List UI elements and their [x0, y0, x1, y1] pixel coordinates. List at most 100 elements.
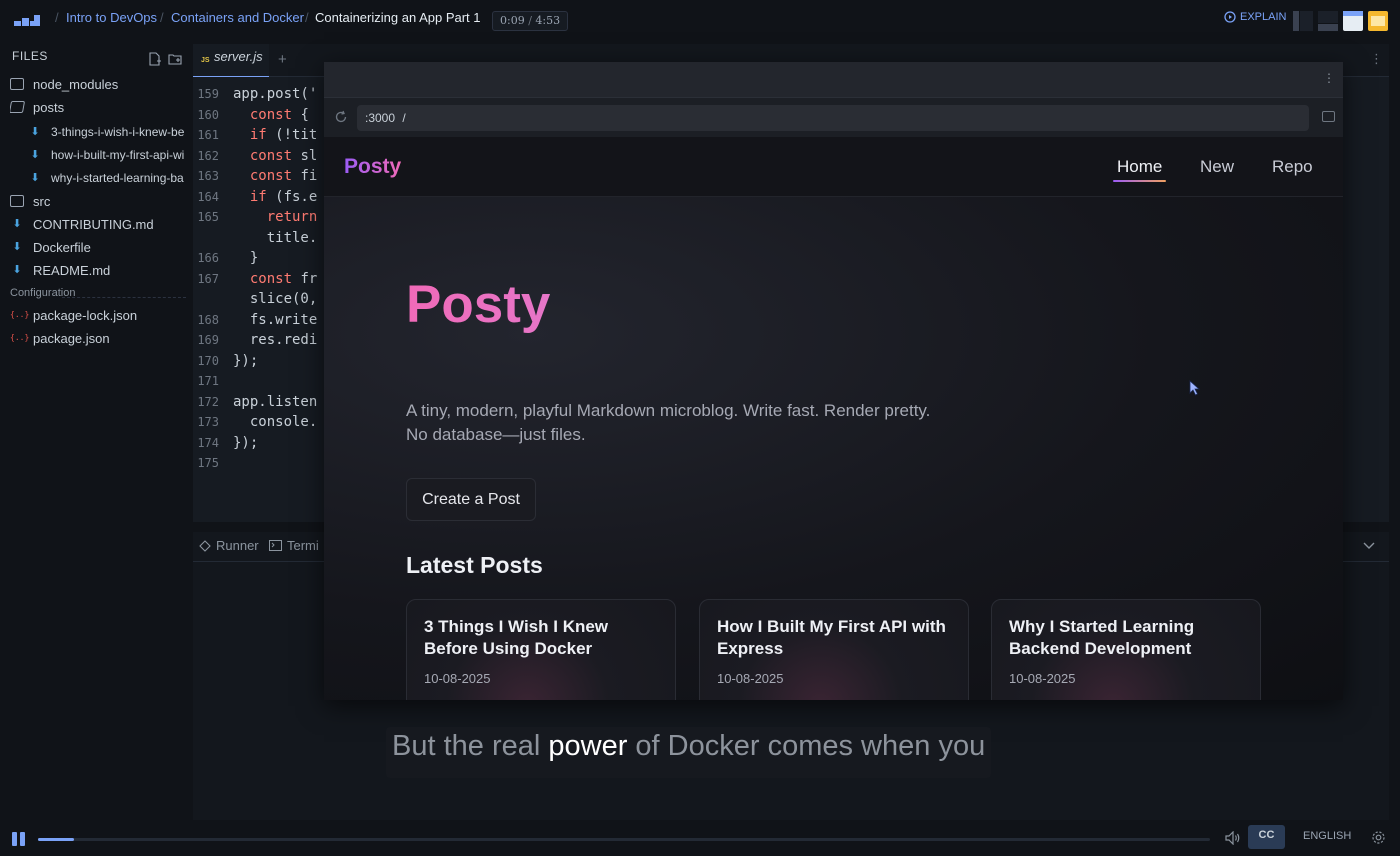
create-post-button[interactable]: Create a Post	[406, 478, 536, 521]
line-number: 168	[197, 312, 219, 327]
breadcrumb-separator: /	[55, 10, 59, 25]
json-file-icon: {..}	[10, 333, 30, 342]
file-package-lock[interactable]: {..} package-lock.json	[10, 304, 186, 326]
url-host: :3000	[365, 111, 396, 125]
line-number: 162	[197, 148, 219, 163]
tree-item-label: src	[33, 193, 51, 209]
url-input[interactable]: :3000 /	[357, 105, 1309, 131]
top-bar: / Intro to DevOps / Containers and Docke…	[0, 0, 1400, 44]
logo-icon[interactable]	[14, 15, 40, 29]
browser-titlebar[interactable]: ⋮	[324, 62, 1343, 97]
hero-tagline: A tiny, modern, playful Markdown microbl…	[406, 401, 931, 420]
post-card[interactable]: 3 Things I Wish I Knew Before Using Dock…	[406, 599, 676, 700]
tab-terminal[interactable]: Termi	[269, 538, 319, 553]
tree-item-label: how-i-built-my-first-api-with-express.md	[51, 148, 184, 162]
tree-item-label: why-i-started-learning-backend-developme…	[51, 171, 184, 185]
posty-site: Posty Home New Repo Posty A tiny, modern…	[324, 137, 1343, 700]
editor-menu-icon[interactable]: ⋮	[1370, 51, 1383, 67]
layout-notes-button[interactable]	[1368, 11, 1388, 31]
file-dockerfile[interactable]: ⬇ Dockerfile	[10, 236, 186, 258]
breadcrumb-separator: /	[305, 10, 309, 25]
json-file-icon: {..}	[10, 310, 30, 319]
time-current: 0:09	[500, 14, 525, 27]
post-card[interactable]: Why I Started Learning Backend Developme…	[991, 599, 1261, 700]
latest-posts-heading: Latest Posts	[406, 552, 543, 578]
markdown-file-icon: ⬇	[30, 126, 40, 138]
line-number: 160	[197, 107, 219, 122]
time-total: 4:53	[535, 14, 561, 27]
line-number: 164	[197, 189, 219, 204]
layout-browser-button[interactable]	[1343, 11, 1363, 31]
folder-posts[interactable]: posts	[10, 96, 186, 118]
captions-button[interactable]: CC	[1248, 825, 1285, 849]
post-title: 3 Things I Wish I Knew Before Using Dock…	[424, 617, 609, 658]
tree-item-label: 3-things-i-wish-i-knew-before-using-dock…	[51, 125, 184, 139]
console-icon[interactable]	[1322, 111, 1335, 122]
nav-new[interactable]: New	[1200, 157, 1234, 177]
site-brand[interactable]: Posty	[344, 155, 401, 179]
post-date: 10-08-2025	[424, 671, 491, 686]
file-readme[interactable]: ⬇ README.md	[10, 259, 186, 281]
tree-item-label: package-lock.json	[33, 307, 138, 323]
breadcrumb-lesson: Containerizing an App Part 1	[315, 10, 481, 25]
layout-panel-button[interactable]	[1318, 11, 1338, 31]
gear-icon[interactable]	[1371, 830, 1386, 845]
docker-file-icon: ⬇	[12, 241, 22, 253]
progress-bar[interactable]	[38, 838, 1210, 841]
nav-repo[interactable]: Repo	[1272, 157, 1313, 177]
site-navbar: Posty Home New Repo	[324, 137, 1343, 197]
pause-icon[interactable]	[12, 832, 26, 846]
file-post-docker[interactable]: ⬇ 3-things-i-wish-i-knew-before-using-do…	[28, 121, 184, 143]
markdown-file-icon: ⬇	[30, 149, 40, 161]
nav-home[interactable]: Home	[1117, 157, 1162, 177]
add-tab-button[interactable]: +	[278, 51, 287, 68]
terminal-icon	[269, 540, 282, 551]
time-display: 0:09 / 4:53	[492, 11, 569, 31]
post-date: 10-08-2025	[717, 671, 784, 686]
code-text: app.post('	[233, 86, 318, 102]
diamond-icon	[199, 539, 211, 552]
code-text: const {	[249, 106, 309, 123]
file-package-json[interactable]: {..} package.json	[10, 327, 186, 349]
hero-title: Posty	[406, 275, 551, 334]
reload-icon[interactable]	[334, 110, 348, 124]
volume-icon[interactable]	[1225, 831, 1241, 845]
browser-menu-icon[interactable]: ⋮	[1323, 71, 1335, 85]
folder-open-icon	[10, 101, 26, 113]
line-number: 163	[197, 169, 219, 183]
tab-label: Runner	[216, 538, 259, 553]
code-text: });	[233, 434, 259, 451]
breadcrumb-course[interactable]: Intro to DevOps	[66, 10, 157, 25]
new-file-icon[interactable]	[148, 52, 162, 66]
breadcrumb-separator: /	[160, 10, 164, 25]
line-number: 166	[197, 251, 219, 265]
folder-src[interactable]: src	[10, 190, 186, 212]
code-text: return	[266, 209, 318, 225]
file-contributing[interactable]: ⬇ CONTRIBUTING.md	[10, 213, 186, 235]
code-text: if (fs.e	[249, 188, 318, 205]
player-controls: CC ENGLISH	[0, 820, 1400, 856]
line-number: 174	[197, 435, 219, 450]
folder-icon	[10, 195, 24, 207]
file-post-api[interactable]: ⬇ how-i-built-my-first-api-with-express.…	[28, 144, 184, 166]
chevron-down-icon[interactable]	[1363, 539, 1375, 553]
file-post-backend[interactable]: ⬇ why-i-started-learning-backend-develop…	[28, 167, 184, 189]
folder-icon	[10, 78, 24, 90]
line-number: 167	[197, 271, 219, 286]
new-folder-icon[interactable]	[168, 52, 182, 66]
code-text: title.	[233, 229, 318, 246]
line-number: 172	[197, 394, 219, 409]
folder-node-modules[interactable]: node_modules	[10, 73, 186, 95]
active-nav-indicator	[1113, 180, 1166, 182]
post-card[interactable]: How I Built My First API with Express 10…	[699, 599, 969, 700]
explain-button[interactable]: EXPLAIN	[1224, 11, 1286, 23]
language-selector[interactable]: ENGLISH	[1303, 830, 1351, 842]
breadcrumb-module[interactable]: Containers and Docker	[171, 10, 304, 25]
layout-panel-icon	[1318, 11, 1338, 31]
tab-runner[interactable]: Runner	[199, 538, 259, 553]
tab-server-js[interactable]: JS server.js	[193, 44, 269, 77]
browser-window-icon	[1343, 11, 1363, 31]
layout-sidebar-button[interactable]	[1293, 11, 1313, 31]
code-text: console.	[233, 414, 318, 430]
code-text: }	[233, 250, 259, 266]
